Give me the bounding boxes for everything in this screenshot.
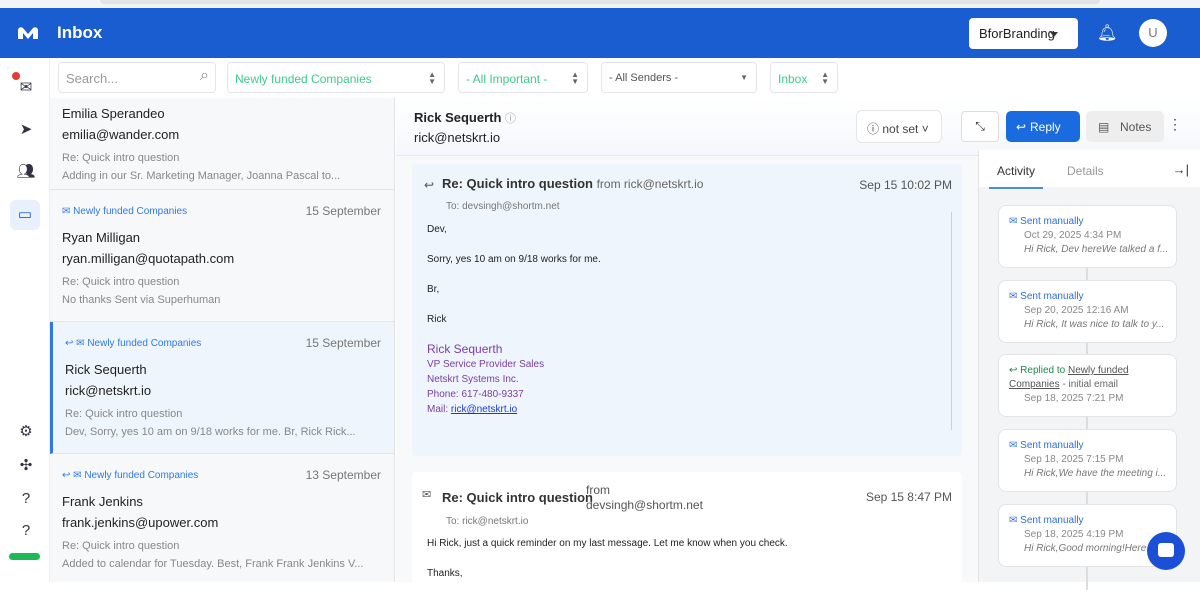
- help-circle-icon[interactable]: ?: [16, 522, 36, 542]
- collapse-icon[interactable]: ⤡: [961, 111, 999, 142]
- conversation-list: Emilia Sperandeo emilia@wander.com Re: Qu…: [50, 98, 395, 582]
- workspace-dropdown[interactable]: BforBranding: [969, 18, 1078, 49]
- more-icon[interactable]: ⋮: [1168, 116, 1182, 133]
- search-input[interactable]: Search... ⌕: [58, 62, 216, 93]
- notes-icon: ▤: [1098, 120, 1110, 134]
- help-icon[interactable]: ?: [16, 490, 36, 510]
- browser-strip: [0, 0, 1200, 8]
- list-item[interactable]: ✉ Newly funded Companies 15 September Rya…: [50, 190, 394, 322]
- message-card: ✉ Re: Quick intro question from devsingh@…: [412, 472, 962, 592]
- sort-arrows-icon: ▲ ▼: [821, 70, 829, 86]
- activity-panel: Activity Details →| ✉ Sent manually Oct 2…: [978, 150, 1200, 590]
- importance-select[interactable]: - All Important - ▲ ▼: [458, 62, 588, 93]
- list-item[interactable]: Emilia Sperandeo emilia@wander.com Re: Qu…: [50, 98, 394, 190]
- message-card: ↩ Re: Quick intro question from rick@net…: [412, 164, 962, 456]
- folder-select[interactable]: Inbox ▲ ▼: [770, 62, 838, 93]
- icon-rail: ✉ ➤ 👥︎ ▭ ⚙ ✣ ? ?: [0, 58, 50, 582]
- search-icon: ⌕: [200, 67, 209, 84]
- reply-icon: ↩: [424, 178, 435, 192]
- senders-select[interactable]: - All Senders - ▼: [601, 62, 757, 93]
- bell-icon[interactable]: 🔔︎: [1097, 23, 1117, 43]
- puzzle-icon[interactable]: ✣: [16, 456, 36, 476]
- chat-launcher-icon[interactable]: [1147, 532, 1185, 570]
- app-logo-icon: [18, 27, 38, 39]
- app-header: Inbox BforBranding 🔔︎ U: [0, 8, 1200, 58]
- activity-card[interactable]: ✉ Sent manually Sep 20, 2025 12:16 AM Hi R…: [998, 280, 1177, 343]
- mail-icon: ✉: [422, 489, 432, 501]
- list-item-selected[interactable]: ↩ ✉ Newly funded Companies 15 September R…: [50, 322, 394, 454]
- send-icon[interactable]: ➤: [16, 120, 36, 140]
- activity-card[interactable]: ↩ Replied to Newly funded Companies - in…: [998, 354, 1177, 417]
- users-icon[interactable]: 👥︎: [16, 162, 36, 182]
- gear-icon[interactable]: ⚙: [16, 422, 36, 442]
- sort-arrows-icon: ▲ ▼: [428, 70, 436, 86]
- tab-activity[interactable]: Activity: [989, 164, 1043, 189]
- list-item[interactable]: ↩ ✉ Newly funded Companies 13 September F…: [50, 454, 394, 582]
- status-dropdown[interactable]: ⓘ not set ˅: [856, 110, 942, 143]
- detail-header: Rick Sequerth ⓘ rick@netskrt.io ⓘ not se…: [396, 98, 1200, 156]
- collapse-panel-icon[interactable]: →|: [1173, 162, 1189, 177]
- filter-bar: Search... ⌕ Newly funded Companies ▲ ▼ - Al…: [50, 58, 1200, 98]
- activity-card[interactable]: ✉ Sent manually Sep 18, 2025 7:15 PM Hi Ri…: [998, 429, 1177, 492]
- email-link[interactable]: rick@netskrt.io: [451, 404, 517, 415]
- mail-open-icon[interactable]: ✉: [16, 78, 36, 98]
- campaign-select[interactable]: Newly funded Companies ▲ ▼: [227, 62, 445, 93]
- reply-button[interactable]: ↩ Reply: [1006, 111, 1080, 142]
- activity-card[interactable]: ✉ Sent manually Oct 29, 2025 4:34 PM Hi Ri…: [998, 205, 1177, 268]
- inbox-icon[interactable]: ▭: [10, 200, 40, 230]
- avatar[interactable]: U: [1139, 19, 1167, 47]
- reply-icon: ↩: [1016, 120, 1027, 134]
- info-icon: ⓘ: [505, 113, 517, 125]
- sort-arrows-icon: ▲ ▼: [571, 70, 579, 86]
- message-detail: Rick Sequerth ⓘ rick@netskrt.io ⓘ not se…: [396, 98, 1200, 592]
- notes-button[interactable]: ▤ Notes: [1086, 111, 1164, 142]
- status-bar: [9, 553, 40, 560]
- tab-details[interactable]: Details: [1067, 164, 1104, 178]
- page-title: Inbox: [57, 23, 103, 42]
- chevron-down-icon: ▼: [740, 73, 748, 82]
